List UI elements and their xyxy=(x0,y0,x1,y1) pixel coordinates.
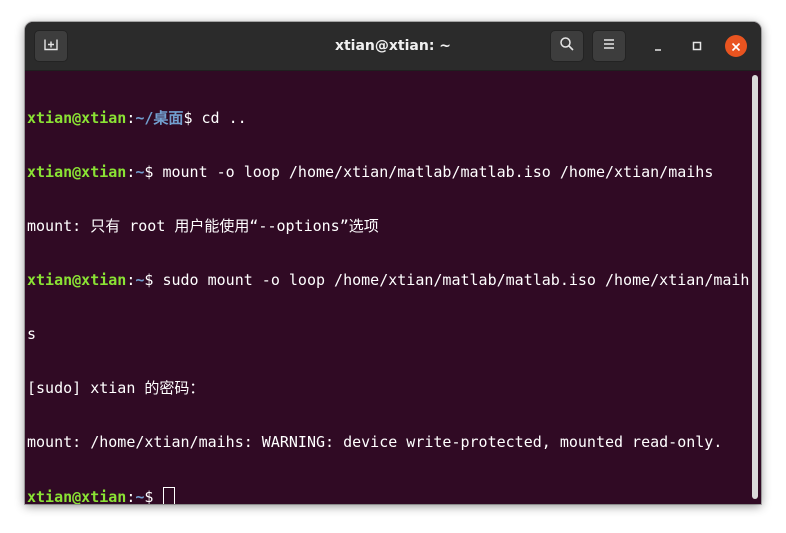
terminal-line: s xyxy=(27,325,747,343)
terminal-window: xtian@xtian: ~ xtian@xtian:~/桌面$ cd .. x… xyxy=(25,22,761,504)
terminal-line: xtian@xtian:~/桌面$ cd .. xyxy=(27,109,747,127)
search-button[interactable] xyxy=(550,30,584,62)
prompt-user: xtian@xtian xyxy=(27,271,127,289)
prompt-user: xtian@xtian xyxy=(27,109,127,127)
terminal-line: xtian@xtian:~$ mount -o loop /home/xtian… xyxy=(27,163,747,181)
prompt-user: xtian@xtian xyxy=(27,488,127,504)
output-text: s xyxy=(27,325,37,343)
command-text: $ mount -o loop /home/xtian/matlab/matla… xyxy=(144,163,714,181)
minimize-icon xyxy=(652,37,664,56)
minimize-button[interactable] xyxy=(647,35,669,57)
command-text: $ cd .. xyxy=(183,109,247,127)
output-text: [sudo] xtian 的密码： xyxy=(27,379,205,397)
terminal-area[interactable]: xtian@xtian:~/桌面$ cd .. xtian@xtian:~$ m… xyxy=(25,71,761,504)
prompt-user: xtian@xtian xyxy=(27,163,127,181)
maximize-icon xyxy=(691,37,703,56)
new-tab-button[interactable] xyxy=(34,30,68,62)
menu-button[interactable] xyxy=(592,30,626,62)
search-icon xyxy=(559,36,575,56)
prompt-path: ~/桌面 xyxy=(135,109,184,127)
terminal-output: xtian@xtian:~/桌面$ cd .. xtian@xtian:~$ m… xyxy=(27,73,750,504)
command-text: $ xyxy=(144,488,163,504)
terminal-line: xtian@xtian:~$ sudo mount -o loop /home/… xyxy=(27,271,750,289)
close-icon xyxy=(731,37,741,56)
maximize-button[interactable] xyxy=(686,35,708,57)
output-text: mount: 只有 root 用户能使用“--options”选项 xyxy=(27,217,379,235)
close-button[interactable] xyxy=(725,35,747,57)
output-text: mount: /home/xtian/maihs: WARNING: devic… xyxy=(27,433,723,451)
terminal-line: [sudo] xtian 的密码： xyxy=(27,379,747,397)
new-tab-icon xyxy=(43,36,59,56)
terminal-line: mount: 只有 root 用户能使用“--options”选项 xyxy=(27,217,747,235)
hamburger-menu-icon xyxy=(601,36,617,56)
title-bar[interactable]: xtian@xtian: ~ xyxy=(25,22,761,71)
command-text: $ sudo mount -o loop /home/xtian/matlab/… xyxy=(144,271,750,289)
terminal-line: xtian@xtian:~$ xyxy=(27,487,747,504)
terminal-line: mount: /home/xtian/maihs: WARNING: devic… xyxy=(27,433,747,451)
text-cursor xyxy=(163,487,176,504)
scrollbar[interactable] xyxy=(752,75,758,499)
